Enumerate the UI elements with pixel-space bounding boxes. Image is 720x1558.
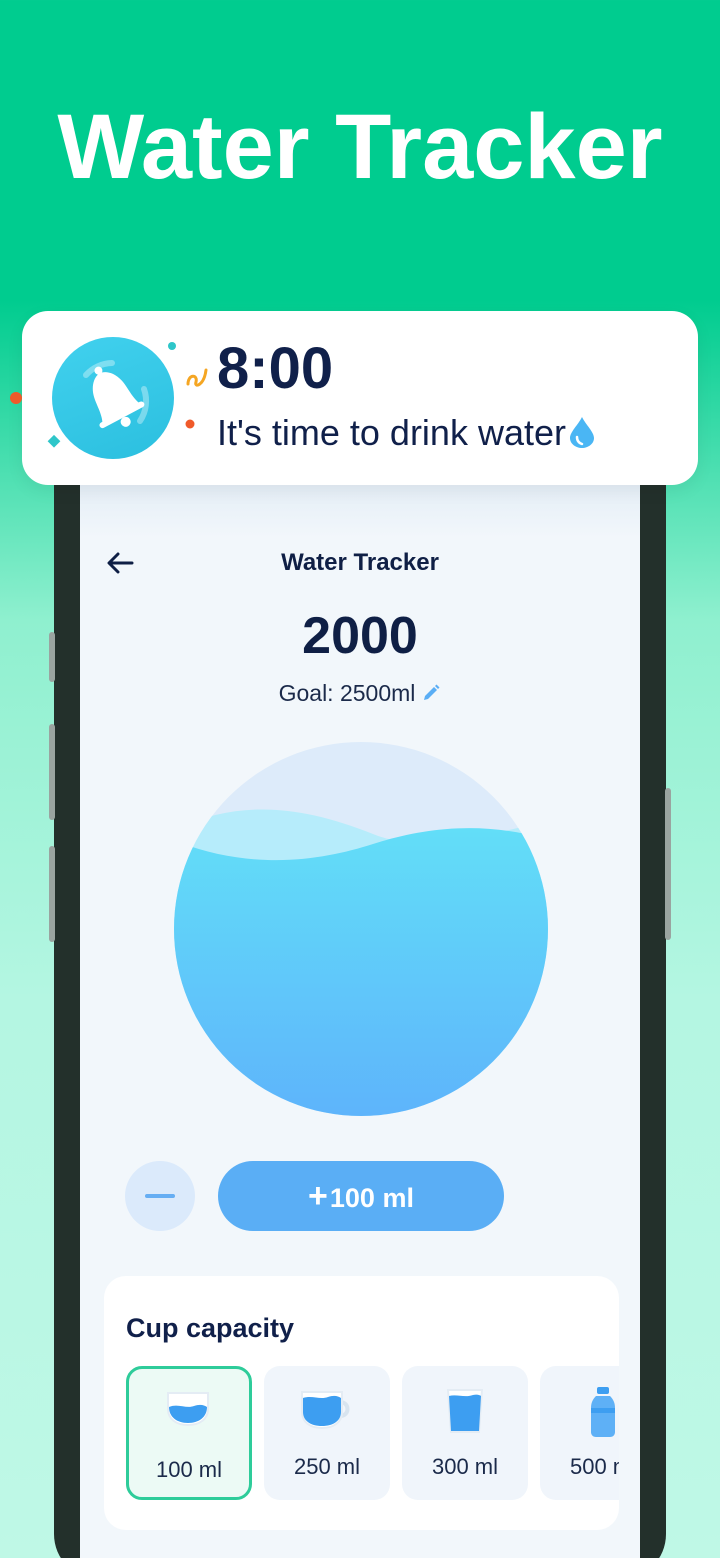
reminder-badge bbox=[52, 337, 174, 459]
cup-option-250ml[interactable]: 250 ml bbox=[264, 1366, 390, 1500]
goal-row[interactable]: Goal: 2500ml bbox=[80, 678, 640, 710]
pencil-icon[interactable] bbox=[421, 680, 441, 710]
small-cup-icon bbox=[167, 1392, 209, 1427]
phone-side-button bbox=[49, 724, 55, 820]
water-drop-icon bbox=[569, 417, 594, 448]
bell-icon bbox=[83, 360, 150, 429]
confetti-decoration bbox=[168, 342, 176, 350]
reminder-message-row: It's time to drink water bbox=[217, 410, 596, 456]
cup-option-label: 300 ml bbox=[431, 1454, 499, 1479]
confetti-decoration bbox=[186, 368, 208, 387]
phone-side-button bbox=[49, 846, 55, 942]
confetti-decoration bbox=[185, 419, 195, 429]
reminder-time: 8:00 bbox=[217, 336, 334, 401]
confetti-decoration bbox=[47, 434, 61, 448]
phone-power-button bbox=[665, 788, 671, 940]
cup-option-300ml[interactable]: 300 ml bbox=[402, 1366, 528, 1500]
page-title: Water Tracker bbox=[281, 549, 439, 576]
reminder-message: It's time to drink water bbox=[217, 412, 566, 453]
cup-option-100ml[interactable]: 100 ml bbox=[126, 1366, 252, 1500]
goal-label: Goal: 2500ml bbox=[278, 680, 416, 706]
cup-option-label: 100 ml bbox=[155, 1457, 223, 1482]
mug-icon bbox=[301, 1391, 350, 1430]
status-bar-area bbox=[80, 478, 640, 538]
decrease-button[interactable] bbox=[125, 1161, 195, 1231]
hero-title: Water Tracker bbox=[57, 96, 663, 198]
minus-icon bbox=[145, 1194, 175, 1198]
cup-capacity-card: Cup capacity 100 ml 250 ml 300 ml 500 ml bbox=[104, 1276, 619, 1530]
phone-side-button bbox=[49, 632, 55, 682]
add-water-label: 100 ml bbox=[329, 1183, 414, 1213]
add-water-button[interactable]: +100 ml bbox=[218, 1161, 504, 1231]
confetti-decoration bbox=[10, 392, 22, 404]
cup-option-500ml[interactable]: 500 ml bbox=[540, 1366, 619, 1500]
plus-icon: + bbox=[308, 1177, 328, 1215]
intake-total: 2000 bbox=[302, 607, 418, 665]
glass-icon bbox=[446, 1389, 484, 1433]
cup-option-label: 250 ml bbox=[293, 1454, 361, 1479]
bottle-icon bbox=[591, 1387, 615, 1437]
cup-capacity-title: Cup capacity bbox=[126, 1313, 295, 1343]
water-progress-circle bbox=[174, 742, 548, 1116]
cup-option-label: 500 ml bbox=[569, 1454, 619, 1479]
